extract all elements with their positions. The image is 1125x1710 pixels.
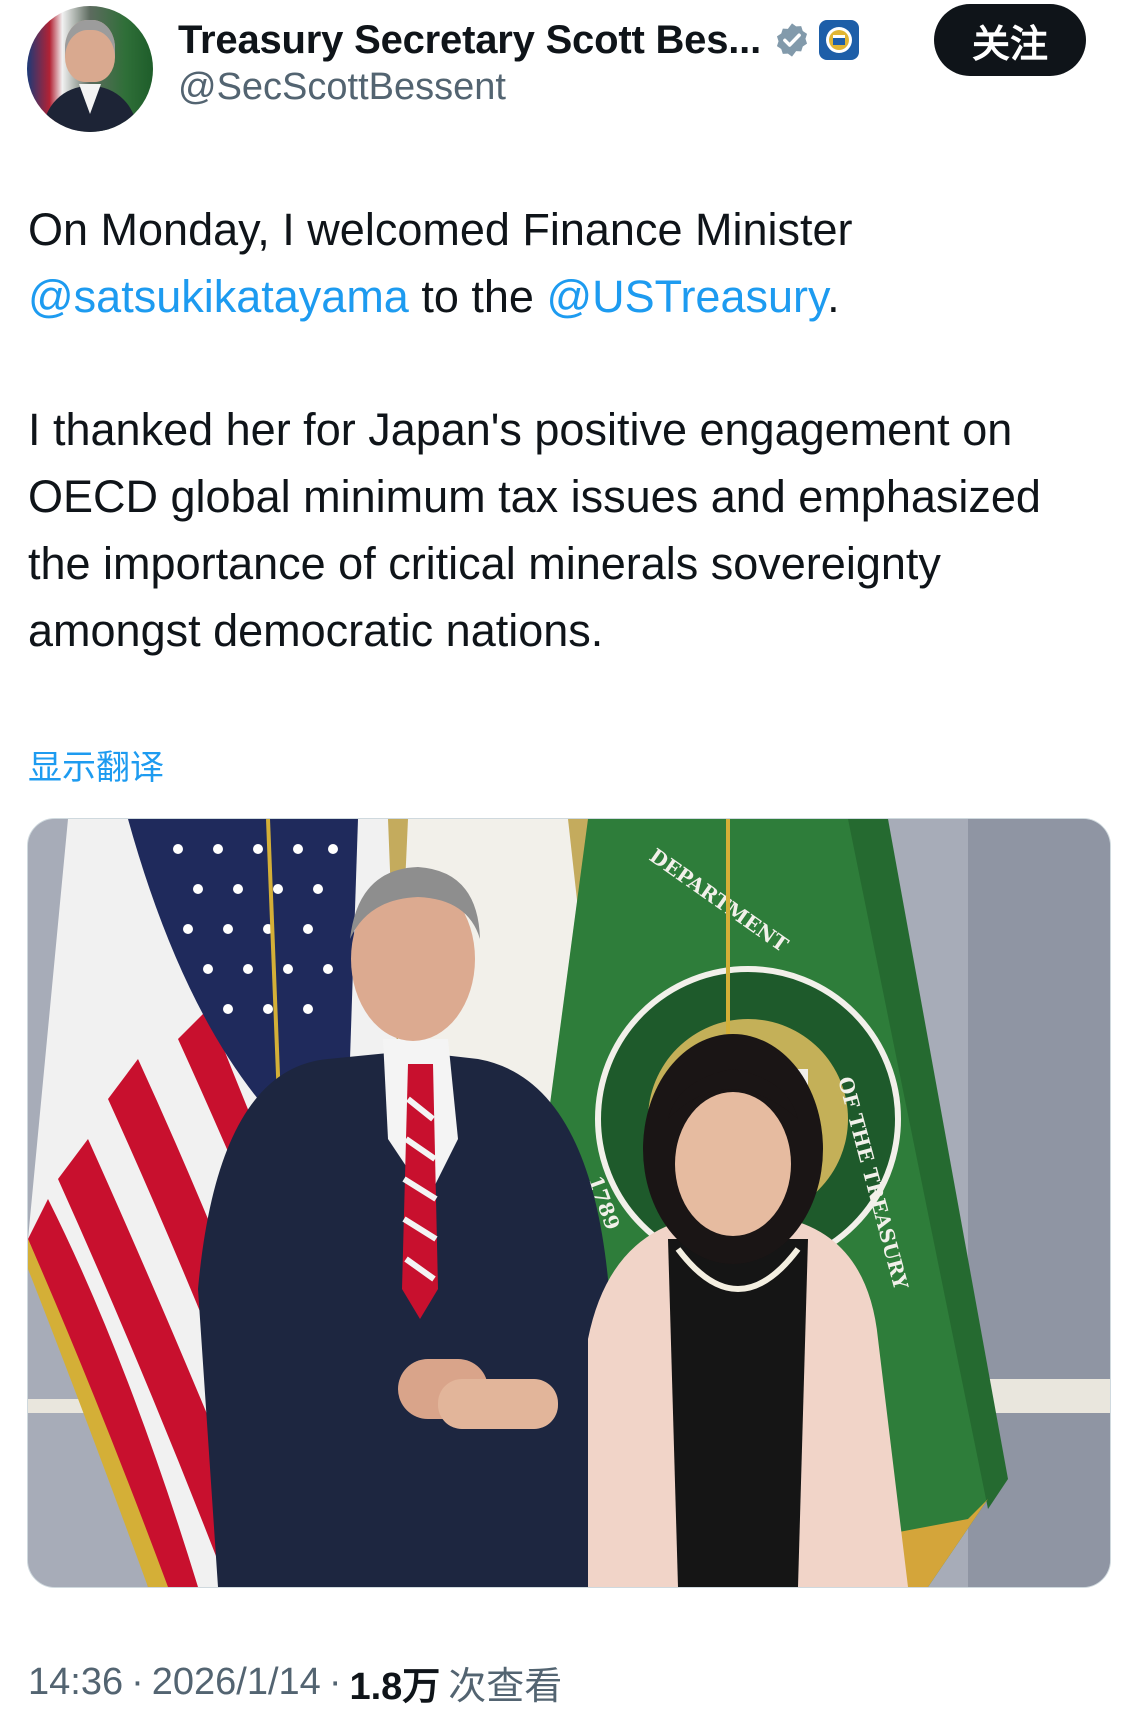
show-translation-link[interactable]: 显示翻译 — [28, 740, 164, 789]
tweet-paragraph-1: On Monday, I welcomed Finance Minister @s… — [28, 196, 1113, 330]
tweet-text-end: . — [827, 271, 840, 322]
author-handle[interactable]: @SecScottBessent — [178, 66, 506, 109]
mention-ustreasury[interactable]: @USTreasury — [546, 271, 827, 322]
photo-illustration: DEPARTMENT OF THE TREASURY 1789 — [28, 819, 1110, 1587]
view-count: 1.8万 — [349, 1665, 441, 1708]
tweet-text-intro: On Monday, I welcomed Finance Minister — [28, 204, 853, 255]
author-display-name[interactable]: Treasury Secretary Scott Bes... — [178, 18, 761, 63]
mention-satsukikatayama[interactable]: @satsukikatayama — [28, 271, 409, 322]
tweet-time[interactable]: 14:36 — [28, 1661, 123, 1704]
author-name-row: Treasury Secretary Scott Bes... — [178, 14, 859, 66]
view-count-label: 次查看 — [448, 1665, 563, 1708]
treasury-seal-icon — [819, 20, 859, 60]
meta-separator: · — [131, 1660, 144, 1703]
author-avatar[interactable] — [27, 6, 153, 132]
meta-separator: · — [328, 1660, 342, 1703]
tweet-meta: 14:36 · 2026/1/14 · 1.8万 次查看 — [28, 1660, 562, 1708]
tweet-photo[interactable]: DEPARTMENT OF THE TREASURY 1789 — [27, 818, 1111, 1588]
tweet-header: Treasury Secretary Scott Bes... @SecScot… — [0, 0, 1125, 140]
tweet-text-mid: to the — [408, 271, 547, 322]
avatar-face — [65, 20, 115, 82]
verified-badge-icon — [776, 23, 808, 57]
tweet-text: On Monday, I welcomed Finance Minister @s… — [28, 196, 1113, 664]
tweet-date[interactable]: 2026/1/14 — [152, 1661, 321, 1704]
follow-button[interactable]: 关注 — [934, 4, 1086, 76]
tweet-paragraph-2: I thanked her for Japan's positive engag… — [28, 404, 1041, 656]
